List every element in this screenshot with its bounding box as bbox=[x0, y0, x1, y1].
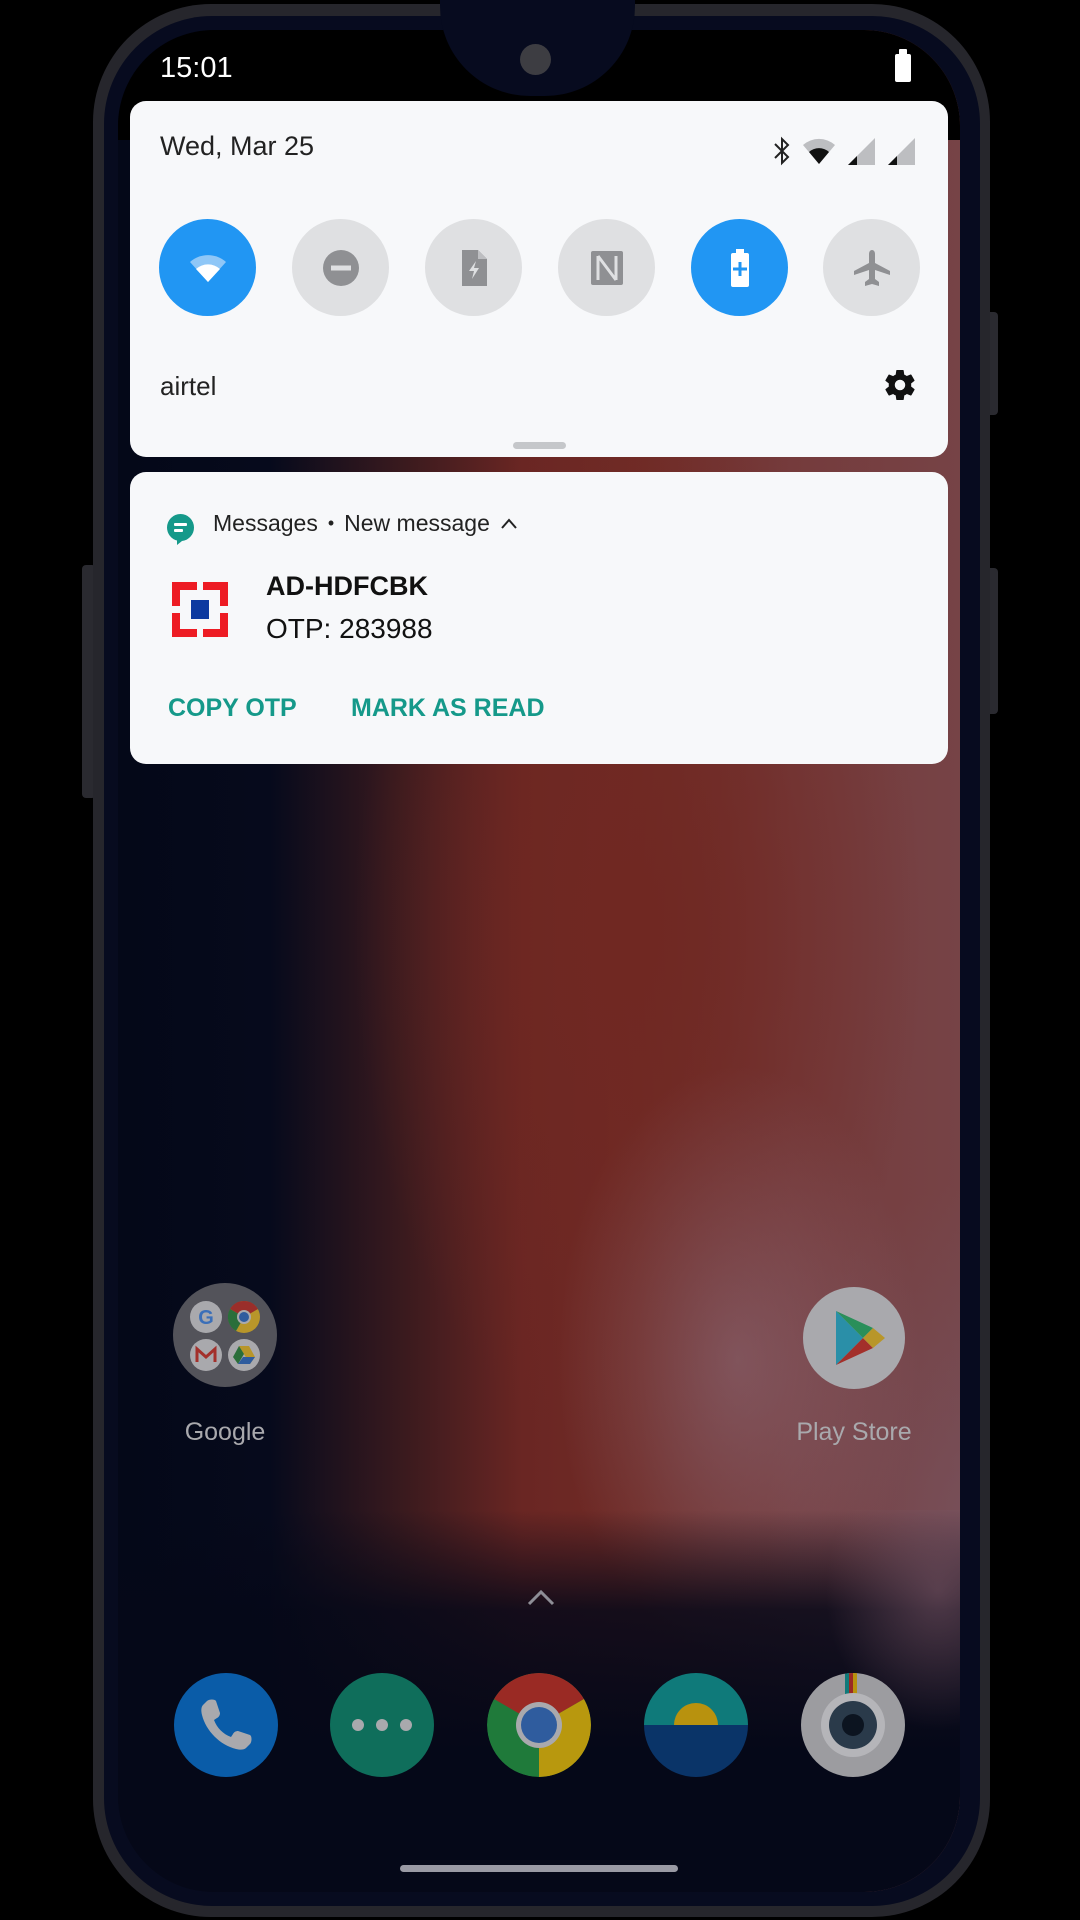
flash-file-icon bbox=[461, 249, 487, 286]
mark-as-read-button[interactable]: MARK AS READ bbox=[351, 694, 545, 723]
notification-subtext: New message bbox=[344, 510, 490, 536]
do-not-disturb-icon bbox=[322, 249, 359, 286]
svg-text:G: G bbox=[198, 1307, 214, 1329]
wifi-signal-icon bbox=[803, 138, 835, 164]
notification-body: OTP: 283988 bbox=[266, 613, 433, 644]
notification-app-name: Messages bbox=[213, 510, 318, 536]
dock-messages[interactable] bbox=[330, 1673, 434, 1777]
google-folder-label[interactable]: Google bbox=[125, 1418, 325, 1447]
dock-gallery[interactable] bbox=[644, 1673, 748, 1777]
google-folder[interactable]: G bbox=[173, 1283, 277, 1387]
front-camera bbox=[520, 44, 551, 75]
phone-icon bbox=[201, 1699, 252, 1750]
dock-camera[interactable] bbox=[801, 1673, 905, 1777]
notification-card[interactable]: Messages • New message AD-HDFCBK OTP: 28… bbox=[130, 472, 948, 764]
tile-do-not-disturb[interactable] bbox=[292, 219, 389, 316]
play-store-icon bbox=[836, 1311, 885, 1365]
app-drawer-chevron-up-icon[interactable] bbox=[526, 1587, 556, 1607]
qs-date: Wed, Mar 25 bbox=[160, 131, 315, 161]
status-clock: 15:01 bbox=[160, 52, 233, 84]
play-store-label[interactable]: Play Store bbox=[754, 1418, 954, 1447]
carrier-name: airtel bbox=[160, 371, 217, 401]
gallery-sunrise-icon bbox=[644, 1673, 748, 1777]
panel-drag-handle[interactable] bbox=[513, 442, 566, 449]
dock-phone[interactable] bbox=[174, 1673, 278, 1777]
nfc-icon bbox=[590, 250, 623, 285]
hdfc-bank-logo bbox=[172, 582, 228, 637]
copy-otp-button[interactable]: COPY OTP bbox=[168, 694, 297, 723]
notification-sender: AD-HDFCBK bbox=[266, 571, 428, 601]
tile-battery-saver[interactable] bbox=[691, 219, 788, 316]
play-store-app[interactable] bbox=[803, 1287, 905, 1389]
gear-icon[interactable] bbox=[882, 367, 918, 403]
wifi-icon bbox=[189, 254, 226, 282]
messages-app-icon bbox=[167, 514, 195, 545]
battery-plus-icon bbox=[730, 248, 749, 287]
dock-chrome[interactable] bbox=[487, 1673, 591, 1777]
bluetooth-icon bbox=[774, 136, 790, 166]
notification-header: Messages • New message bbox=[213, 510, 518, 537]
cell-signal-icon-sim1 bbox=[848, 138, 875, 165]
separator-dot: • bbox=[327, 513, 335, 533]
chat-dots-icon bbox=[352, 1719, 412, 1731]
airplane-icon bbox=[853, 249, 890, 286]
chrome-icon bbox=[487, 1673, 591, 1777]
camera-icon bbox=[821, 1673, 885, 1757]
battery-full-icon bbox=[895, 49, 911, 82]
tile-nfc[interactable] bbox=[558, 219, 655, 316]
tile-flash-file[interactable] bbox=[425, 219, 522, 316]
qs-status-icons bbox=[772, 136, 916, 166]
home-gesture-bar[interactable] bbox=[400, 1865, 678, 1872]
tile-airplane-mode[interactable] bbox=[823, 219, 920, 316]
google-folder-icons: G bbox=[190, 1300, 260, 1371]
chevron-up-icon[interactable] bbox=[500, 515, 518, 533]
quick-settings-panel: Wed, Mar 25 airtel bbox=[130, 101, 948, 457]
cell-signal-icon-sim2 bbox=[888, 138, 915, 165]
tile-wifi[interactable] bbox=[159, 219, 256, 316]
